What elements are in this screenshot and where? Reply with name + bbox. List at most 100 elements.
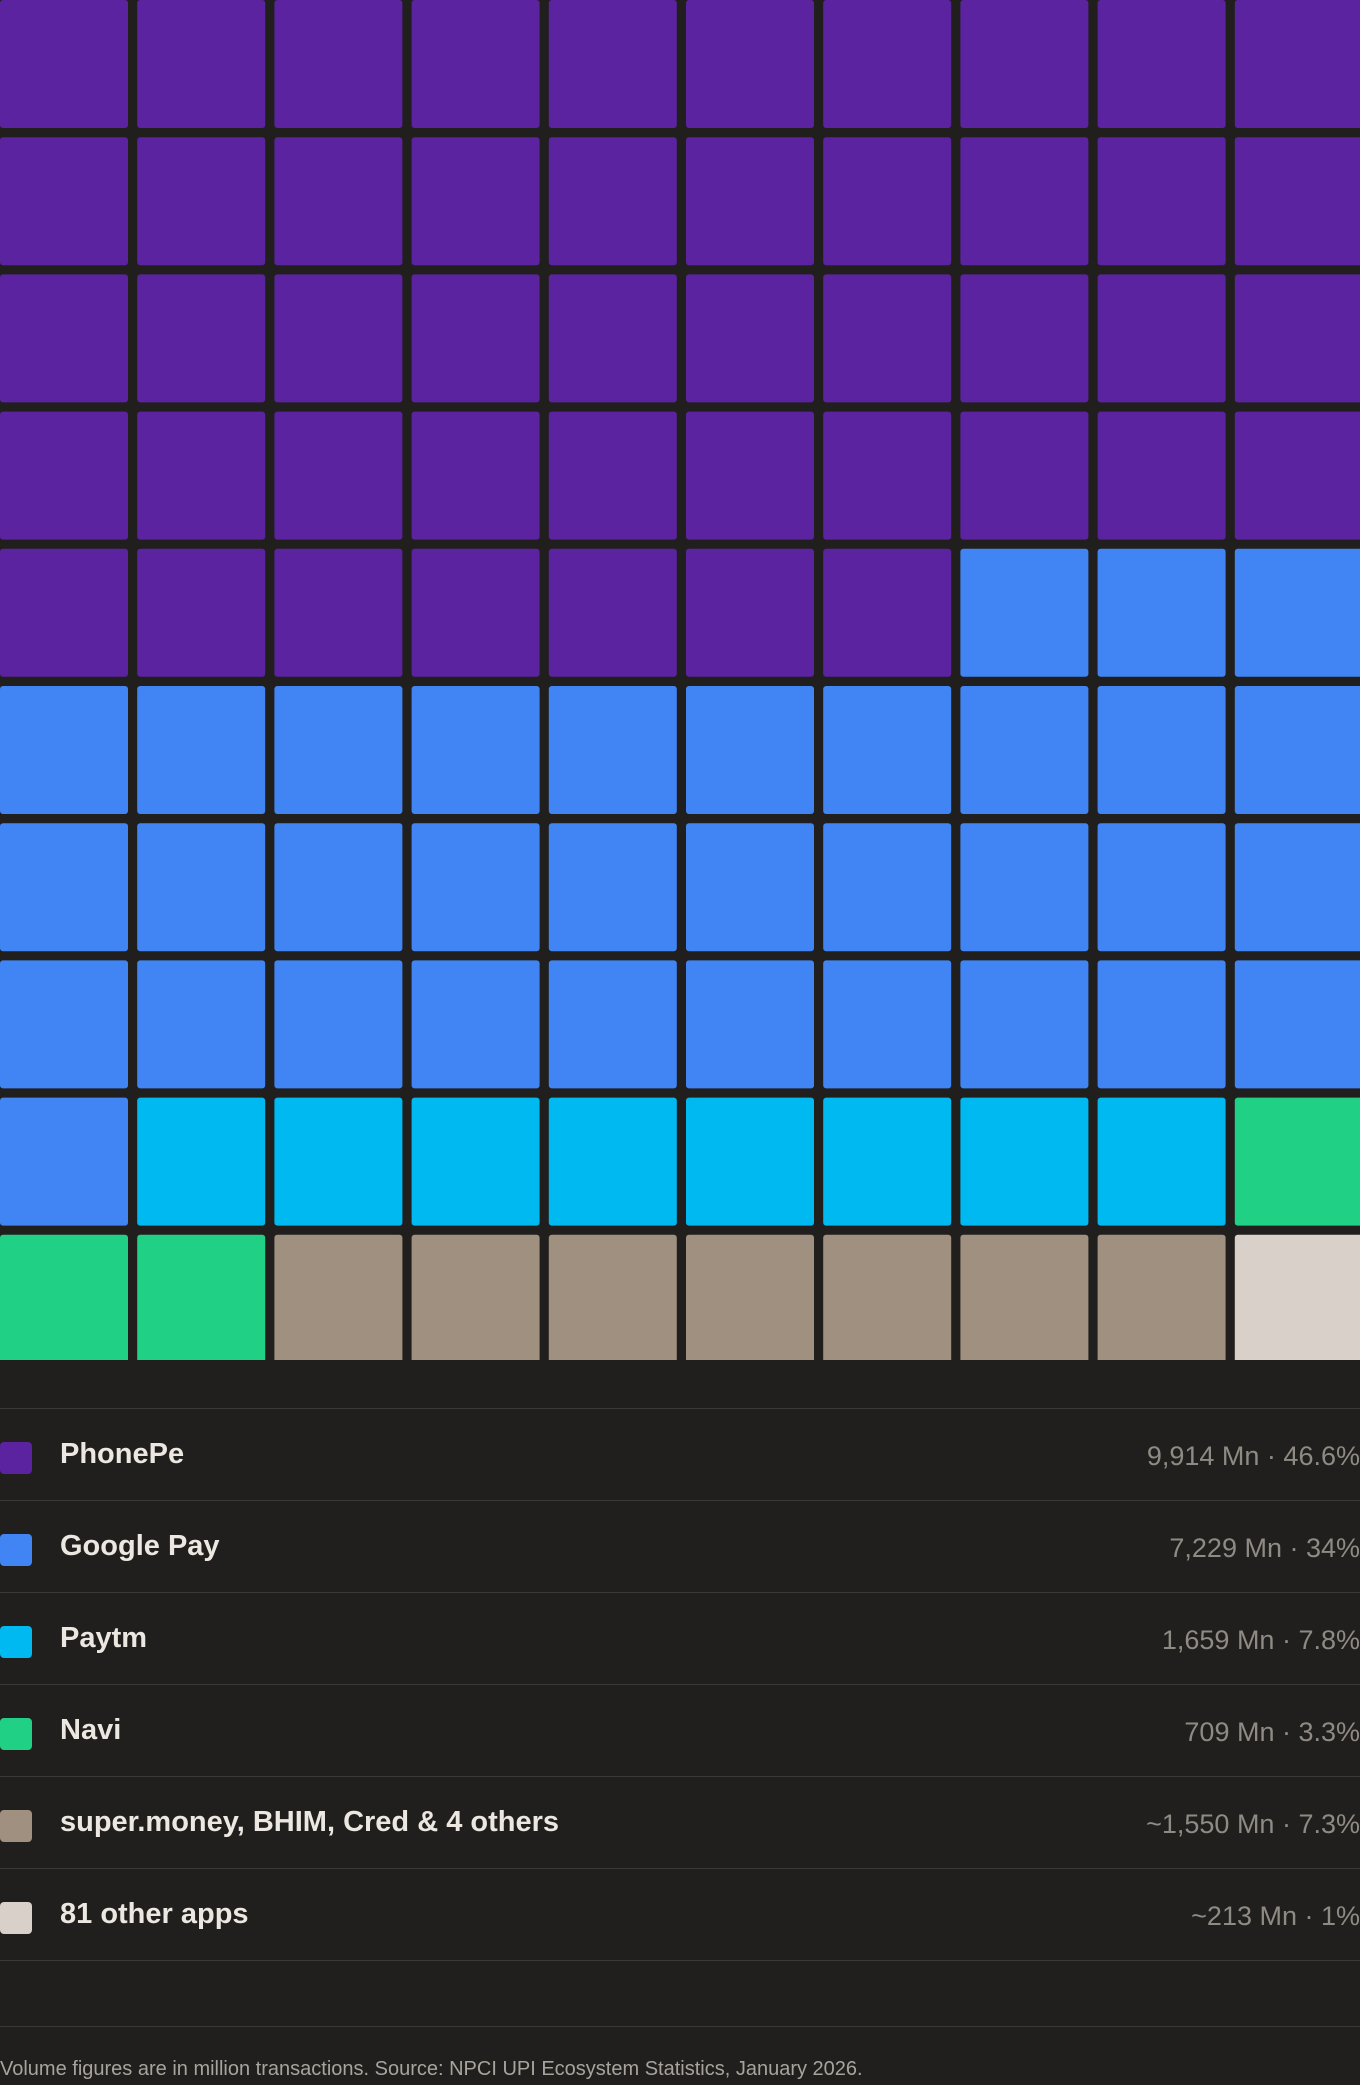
waffle-cell-phonepe	[686, 0, 814, 128]
waffle-cell-google-pay	[823, 823, 952, 952]
waffle-cell-google-pay	[0, 960, 128, 1089]
waffle-cell-phonepe	[0, 137, 128, 266]
waffle-cell-google-pay	[137, 960, 266, 1089]
waffle-cell-google-pay	[1234, 548, 1360, 677]
waffle-cell-google-pay	[960, 548, 1089, 677]
waffle-cell-phonepe	[411, 274, 540, 403]
waffle-cell-navi	[0, 1234, 128, 1360]
waffle-cell-phonepe	[137, 411, 266, 540]
waffle-cell-google-pay	[0, 1097, 128, 1226]
waffle-cell-google-pay	[823, 686, 952, 814]
waffle-cell-phonepe	[274, 274, 403, 403]
waffle-cell-navi	[1234, 1097, 1360, 1226]
legend-label: Google Pay	[60, 1530, 220, 1562]
waffle-cell-phonepe	[823, 274, 952, 403]
waffle-cell-phonepe	[1097, 0, 1226, 128]
waffle-cell-google-pay	[0, 823, 128, 952]
legend-item: Google Pay 7,229 Mn · 34%	[0, 1501, 1360, 1593]
waffle-cell-phonepe	[960, 0, 1089, 128]
waffle-cell-phonepe	[137, 137, 266, 266]
waffle-cell-phonepe	[0, 0, 128, 128]
waffle-cell-paytm	[137, 1097, 266, 1226]
legend-label: Paytm	[60, 1622, 148, 1654]
footer-divider	[0, 2026, 1360, 2027]
waffle-cell-phonepe	[548, 137, 677, 266]
waffle-cell-phonepe	[0, 274, 128, 403]
waffle-cell-phonepe	[411, 548, 540, 677]
waffle-cell-super-money-bhim-cred-4-others	[823, 1234, 952, 1360]
waffle-cell-phonepe	[823, 0, 952, 128]
waffle-cell-google-pay	[686, 960, 814, 1089]
legend-swatch	[0, 1810, 32, 1842]
legend-label: super.money, BHIM, Cred & 4 others	[60, 1806, 560, 1838]
legend-item: 81 other apps ~213 Mn · 1%	[0, 1869, 1360, 1961]
waffle-cell-phonepe	[1097, 411, 1226, 540]
legend-value: 7,229 Mn · 34%	[1169, 1533, 1360, 1563]
legend-value: ~1,550 Mn · 7.3%	[1146, 1809, 1360, 1839]
waffle-cell-super-money-bhim-cred-4-others	[274, 1234, 403, 1360]
waffle-cell-phonepe	[823, 137, 952, 266]
waffle-cell-phonepe	[274, 411, 403, 540]
waffle-cell-paytm	[686, 1097, 814, 1226]
waffle-cell-phonepe	[274, 137, 403, 266]
waffle-cell-phonepe	[960, 411, 1089, 540]
waffle-cell-navi	[137, 1234, 266, 1360]
legend-item: super.money, BHIM, Cred & 4 others ~1,550…	[0, 1777, 1360, 1869]
waffle-cell-phonepe	[0, 411, 128, 540]
waffle-cell-google-pay	[686, 686, 814, 814]
legend-value: ~213 Mn · 1%	[1191, 1901, 1360, 1931]
legend-swatch	[0, 1442, 32, 1474]
waffle-cell-paytm	[960, 1097, 1089, 1226]
legend-swatch	[0, 1902, 32, 1934]
waffle-cell-google-pay	[548, 823, 677, 952]
waffle-cell-google-pay	[548, 686, 677, 814]
waffle-cell-google-pay	[1097, 548, 1226, 677]
waffle-cell-phonepe	[1097, 137, 1226, 266]
waffle-cell-phonepe	[823, 548, 952, 677]
waffle-cell-google-pay	[411, 960, 540, 1089]
waffle-cell-google-pay	[548, 960, 677, 1089]
waffle-cell-phonepe	[137, 0, 266, 128]
waffle-cell-phonepe	[823, 411, 952, 540]
waffle-cell-google-pay	[274, 823, 403, 952]
waffle-cell-super-money-bhim-cred-4-others	[411, 1234, 540, 1360]
waffle-cell-phonepe	[1234, 0, 1360, 128]
waffle-cell-phonepe	[548, 548, 677, 677]
waffle-cell-super-money-bhim-cred-4-others	[1097, 1234, 1226, 1360]
legend-item: Paytm 1,659 Mn · 7.8%	[0, 1593, 1360, 1685]
waffle-cell-phonepe	[274, 0, 403, 128]
waffle-cell-paytm	[1097, 1097, 1226, 1226]
legend-value: 9,914 Mn · 46.6%	[1146, 1441, 1360, 1471]
legend-value: 1,659 Mn · 7.8%	[1161, 1625, 1360, 1655]
waffle-cell-google-pay	[0, 686, 128, 814]
waffle-cell-phonepe	[274, 548, 403, 677]
waffle-cell-phonepe	[1234, 137, 1360, 266]
waffle-cell-google-pay	[1234, 686, 1360, 814]
waffle-cell-google-pay	[960, 823, 1089, 952]
waffle-cell-google-pay	[960, 960, 1089, 1089]
waffle-cell-google-pay	[411, 823, 540, 952]
waffle-cell-phonepe	[137, 548, 266, 677]
waffle-cell-google-pay	[686, 823, 814, 952]
waffle-cell-google-pay	[1097, 960, 1226, 1089]
waffle-chart	[0, 0, 1360, 1360]
waffle-cell-super-money-bhim-cred-4-others	[548, 1234, 677, 1360]
footnote: Volume figures are in million transactio…	[0, 2058, 863, 2080]
waffle-cell-phonepe	[411, 0, 540, 128]
waffle-cell-google-pay	[137, 686, 266, 814]
waffle-cell-google-pay	[960, 686, 1089, 814]
waffle-cell-paytm	[274, 1097, 403, 1226]
waffle-cell-phonepe	[1234, 274, 1360, 403]
waffle-cell-phonepe	[1234, 411, 1360, 540]
legend-label: PhonePe	[60, 1438, 185, 1470]
legend-item: PhonePe 9,914 Mn · 46.6%	[0, 1409, 1360, 1501]
waffle-cell-google-pay	[137, 823, 266, 952]
legend-value: 709 Mn · 3.3%	[1184, 1717, 1360, 1747]
waffle-cell-phonepe	[411, 137, 540, 266]
waffle-cell-phonepe	[960, 274, 1089, 403]
waffle-cell-phonepe	[0, 548, 128, 677]
waffle-cell-phonepe	[686, 548, 814, 677]
legend-swatch	[0, 1626, 32, 1658]
waffle-cell-phonepe	[137, 274, 266, 403]
waffle-cell-google-pay	[1097, 686, 1226, 814]
